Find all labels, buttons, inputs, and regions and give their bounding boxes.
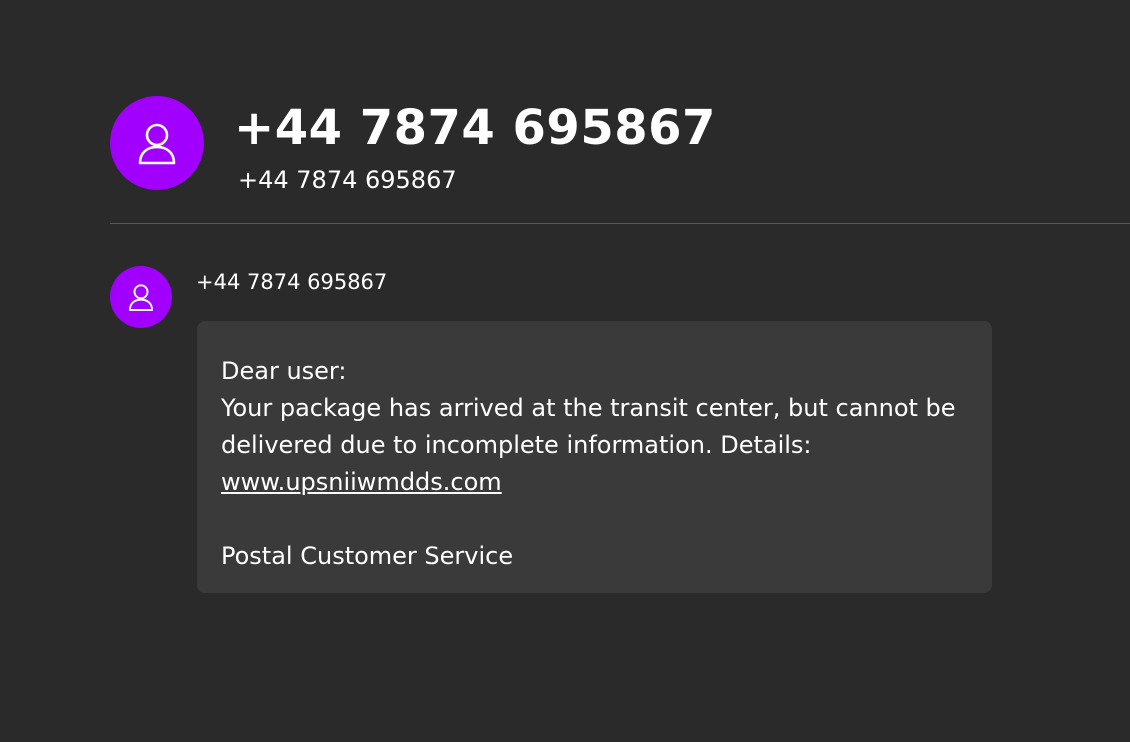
message-body-line: delivered due to incomplete information.…	[221, 431, 812, 459]
message-signature: Postal Customer Service	[221, 542, 514, 570]
conversation-header: +44 7874 695867 +44 7874 695867	[110, 96, 1130, 206]
message-sender: +44 7874 695867	[196, 270, 388, 294]
contact-title: +44 7874 695867	[234, 100, 716, 156]
message-link[interactable]: www.upsniiwmdds.com	[221, 468, 502, 496]
header-divider	[110, 223, 1130, 224]
sender-avatar[interactable]	[110, 266, 172, 328]
contact-avatar[interactable]	[110, 96, 204, 190]
message-body-line: Your package has arrived at the transit …	[221, 394, 956, 422]
person-icon	[138, 123, 176, 165]
message-greeting: Dear user:	[221, 357, 347, 385]
message-bubble[interactable]: Dear user: Your package has arrived at t…	[197, 321, 992, 593]
message-spacer	[221, 501, 968, 538]
person-icon	[128, 284, 154, 311]
contact-number: +44 7874 695867	[238, 166, 457, 194]
